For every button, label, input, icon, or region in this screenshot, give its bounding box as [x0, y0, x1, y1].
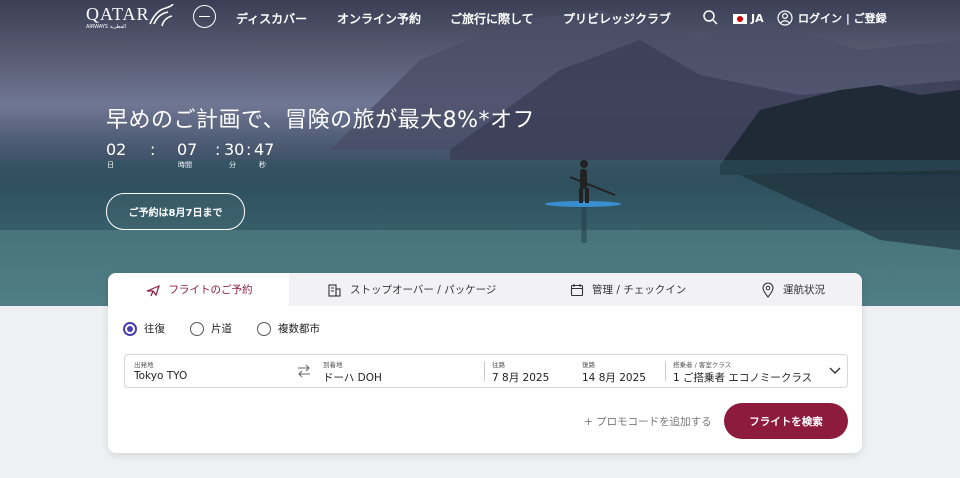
japan-flag-icon — [733, 13, 747, 24]
return-label: 復路 — [582, 361, 595, 369]
booking-widget: フライトのご予約 ストップオーバー / パッケージ 管理 / チェックイン 運航… — [108, 273, 862, 453]
countdown-seconds: 47 — [254, 140, 275, 159]
tab-label: ストップオーバー / パッケージ — [350, 284, 497, 296]
qatar-airways-logo[interactable]: QATAR AIRWAYS القطرية — [86, 4, 174, 30]
depart-value: 7 8月 2025 — [492, 372, 550, 384]
field-divider — [484, 361, 485, 381]
chevron-down-icon[interactable] — [829, 366, 841, 376]
countdown-separator: : — [150, 140, 156, 159]
plane-icon — [146, 284, 160, 296]
countdown-minutes-label: 分 — [229, 161, 236, 169]
nav-discover[interactable]: ディスカバー — [236, 10, 307, 27]
from-field[interactable]: 出発地 Tokyo TYO — [134, 355, 284, 387]
from-value: Tokyo TYO — [134, 370, 188, 382]
login-link[interactable]: ログイン | ご登録 — [777, 10, 887, 26]
oryx-icon — [149, 4, 174, 27]
logo-subtext: AIRWAYS القطرية — [86, 24, 127, 30]
paddleboarder-image — [545, 160, 621, 243]
radio-one-way[interactable]: 片道 — [190, 321, 232, 336]
hotel-icon — [328, 283, 341, 297]
site-header: QATAR AIRWAYS القطرية ディスカバー オンライン予約 ご旅行… — [0, 0, 960, 36]
add-promo-code-link[interactable]: + プロモコードを追加する — [584, 414, 712, 429]
nav-before-you-fly[interactable]: ご旅行に際して — [450, 10, 534, 27]
depart-label: 往路 — [492, 361, 505, 369]
radio-multi-city[interactable]: 複数都市 — [257, 321, 320, 336]
tab-book-flight[interactable]: フライトのご予約 — [108, 273, 289, 306]
passengers-label: 搭乗者 / 客室クラス — [673, 361, 732, 369]
user-icon — [777, 10, 793, 26]
book-by-button[interactable]: ご予約は8月7日まで — [106, 193, 245, 230]
tab-manage-checkin[interactable]: 管理 / チェックイン — [570, 273, 686, 306]
radio-round-trip[interactable]: 往復 — [123, 321, 165, 336]
oneworld-logo[interactable] — [193, 5, 216, 28]
radio-label: 往復 — [144, 323, 165, 335]
passengers-value: 1 ご搭乗者 エコノミークラス — [673, 372, 813, 384]
return-date-field[interactable]: 復路 14 8月 2025 — [582, 355, 662, 387]
logo-text: QATAR — [86, 4, 150, 24]
language-selector[interactable]: JA — [733, 12, 764, 25]
tab-flight-status[interactable]: 運航状況 — [761, 273, 825, 306]
hero-headline: 早めのご計画で、冒険の旅が最大8%*オフ — [106, 108, 536, 133]
swap-icon[interactable] — [296, 364, 312, 378]
search-icon[interactable] — [702, 9, 718, 25]
countdown-hours-label: 時間 — [178, 161, 192, 169]
nav-privilege-club[interactable]: プリビレッジクラブ — [563, 10, 671, 27]
tab-label: フライトのご予約 — [168, 284, 253, 296]
nav-book-online[interactable]: オンライン予約 — [337, 10, 421, 27]
booking-tabs: フライトのご予約 ストップオーバー / パッケージ 管理 / チェックイン 運航… — [108, 273, 862, 306]
location-pin-icon — [762, 282, 774, 298]
countdown-hours: 07 — [177, 140, 198, 159]
tab-label: 運航状況 — [783, 284, 825, 296]
radio-circle — [257, 321, 271, 336]
countdown-days: 02 — [106, 140, 127, 159]
to-value: ドーハ DOH — [323, 372, 382, 384]
to-label: 到着地 — [323, 361, 343, 369]
radio-circle — [190, 321, 204, 336]
field-divider — [665, 361, 666, 381]
search-fields: 出発地 Tokyo TYO 到着地 ドーハ DOH 往路 7 8月 2025 復… — [124, 354, 848, 388]
oneworld-icon — [199, 16, 210, 17]
radio-label: 片道 — [211, 323, 232, 335]
countdown-seconds-label: 秒 — [259, 161, 266, 169]
countdown-days-label: 日 — [107, 161, 114, 169]
from-label: 出発地 — [134, 361, 154, 369]
return-value: 14 8月 2025 — [582, 372, 646, 384]
lake-landscape-image — [0, 10, 960, 306]
search-flights-button[interactable]: フライトを検索 — [724, 403, 848, 439]
to-field[interactable]: 到着地 ドーハ DOH — [323, 355, 473, 387]
radio-label: 複数都市 — [278, 323, 320, 335]
login-label: ログイン | ご登録 — [798, 12, 887, 25]
radio-circle-selected — [123, 321, 137, 336]
tab-stopover-packages[interactable]: ストップオーバー / パッケージ — [326, 273, 496, 306]
countdown-separator: : — [215, 140, 221, 159]
tab-label: 管理 / チェックイン — [592, 284, 687, 296]
countdown-minutes: 30 — [224, 140, 245, 159]
hero-banner — [0, 0, 960, 306]
passengers-class-field[interactable]: 搭乗者 / 客室クラス 1 ご搭乗者 エコノミークラス — [673, 355, 843, 387]
language-label: JA — [751, 12, 764, 25]
calendar-icon — [570, 283, 584, 296]
depart-date-field[interactable]: 往路 7 8月 2025 — [492, 355, 572, 387]
countdown-separator: : — [246, 140, 252, 159]
